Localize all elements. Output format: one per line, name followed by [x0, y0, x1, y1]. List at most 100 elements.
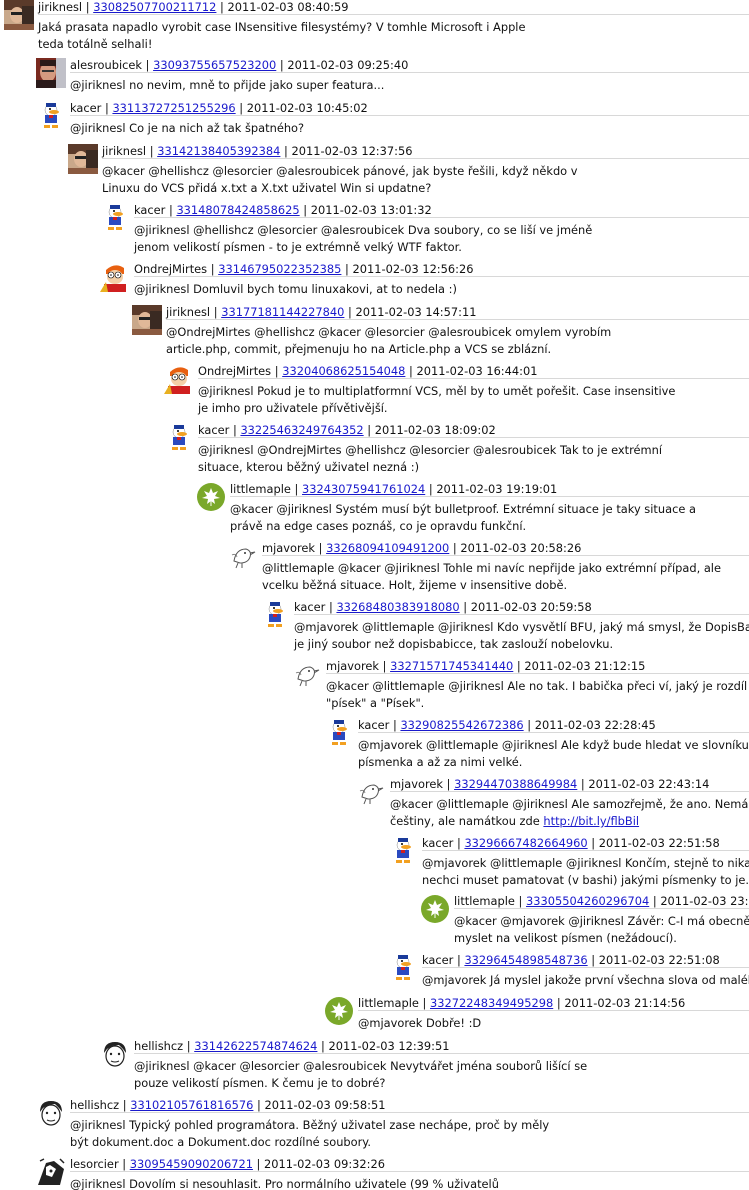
tweet-text-block: @jiriknesl Co je na nich až tak špatného… [70, 120, 560, 137]
tweet-username: kacer [422, 953, 454, 967]
tweet-text-block: @jiriknesl @OndrejMirtes @hellishcz @les… [198, 442, 688, 476]
tweet-id-link[interactable]: 33296667482664960 [464, 836, 587, 850]
tweet-id-link[interactable]: 33305504260296704 [526, 894, 649, 908]
tweet-item: littlemaple | 33243075941761024 | 2011-0… [196, 482, 749, 538]
tweet-timestamp: 2011-02-03 21:14:56 [564, 996, 686, 1010]
lesorcier-avatar [36, 1157, 66, 1187]
header-separator: | [82, 0, 94, 14]
header-separator: | [449, 541, 461, 555]
header-separator: | [252, 1157, 265, 1171]
tweet-id-link[interactable]: 33177181144227840 [221, 305, 344, 319]
tweet-item: mjavorek | 33268094109491200 | 2011-02-0… [228, 541, 749, 597]
tweet-header: kacer | 33296454898548736 | 2011-02-03 2… [422, 953, 720, 967]
tweet-divider [102, 158, 749, 159]
tweet-id-link[interactable]: 33102105761816576 [130, 1098, 253, 1112]
tweet-header: mjavorek | 33271571745341440 | 2011-02-0… [326, 659, 645, 673]
tweet-header: lesorcier | 33095459090206721 | 2011-02-… [70, 1157, 385, 1171]
tweet-username: kacer [70, 101, 102, 115]
tweet-id-link[interactable]: 33082507700211712 [93, 0, 216, 14]
tweet-divider [134, 1053, 749, 1054]
tweet-id-link[interactable]: 33225463249764352 [240, 423, 363, 437]
tweet-text-block: @mjavorek @littlemaple @jiriknesl Kdo vy… [294, 619, 749, 653]
tweet-id-link[interactable]: 33095459090206721 [130, 1157, 253, 1171]
header-separator: | [513, 659, 525, 673]
header-separator: | [587, 953, 599, 967]
tweet-id-link[interactable]: 33204068625154048 [282, 364, 405, 378]
tweet-header: littlemaple | 33243075941761024 | 2011-0… [230, 482, 557, 496]
tweet-text: @kacer @jiriknesl Systém musí být bullet… [230, 502, 696, 533]
tweet-id-link[interactable]: 33272248349495298 [430, 996, 553, 1010]
tweet-header: kacer | 33290825542672386 | 2011-02-03 2… [358, 718, 656, 732]
tweet-username: mjavorek [326, 659, 379, 673]
tweet-header: kacer | 33268480383918080 | 2011-02-03 2… [294, 600, 592, 614]
tweet-id-link[interactable]: 33142138405392384 [157, 144, 280, 158]
tweet-item: mjavorek | 33294470388649984 | 2011-02-0… [356, 777, 749, 833]
tweet-divider [454, 908, 749, 909]
tweet-text: @mjavorek @littlemaple @jiriknesl Končím… [422, 856, 749, 887]
tweet-text: @mjavorek Já myslel jakože první všechna… [422, 973, 749, 987]
tweet-divider [358, 1010, 749, 1011]
header-separator: | [587, 836, 599, 850]
tweet-username: littlemaple [230, 482, 291, 496]
tweet-item: littlemaple | 33305504260296704 | 2011-0… [420, 894, 749, 950]
tweet-link[interactable]: http://bit.ly/flbBil [543, 814, 639, 828]
tweet-id-link[interactable]: 33294470388649984 [454, 777, 577, 791]
header-separator: | [165, 203, 177, 217]
tweet-text: @jiriknesl @hellishcz @lesorcier @alesro… [134, 223, 593, 254]
tweet-text-block: @jiriknesl Dovolím si nesouhlasit. Pro n… [70, 1176, 560, 1190]
tweet-timestamp: 2011-02-03 09:58:51 [264, 1098, 386, 1112]
header-separator: | [253, 1098, 265, 1112]
tweet-divider [166, 319, 749, 320]
tweet-item: kacer | 33148078424858625 | 2011-02-03 1… [100, 203, 749, 259]
header-separator: | [118, 1157, 130, 1171]
tweet-id-link[interactable]: 33271571745341440 [390, 659, 513, 673]
tweet-divider [422, 850, 749, 851]
tweet-timestamp: 2011-02-03 23:27:05 [660, 894, 749, 908]
tweet-text: @jiriknesl no nevim, mně to přijde jako … [70, 78, 385, 92]
tweet-text: @jiriknesl Domluvil bych tomu linuxakovi… [134, 282, 457, 296]
tweet-id-link[interactable]: 33296454898548736 [464, 953, 587, 967]
header-separator: | [649, 894, 661, 908]
tweet-id-link[interactable]: 33146795022352385 [218, 262, 341, 276]
tweet-text-block: @littlemaple @kacer @jiriknesl Tohle mi … [262, 560, 749, 594]
jiriknesl-avatar [4, 0, 34, 30]
tweet-divider [358, 732, 749, 733]
tweet-text-block: @jiriknesl Pokud je to multiplatformní V… [198, 383, 688, 417]
header-separator: | [363, 423, 375, 437]
tweet-divider [198, 437, 749, 438]
tweet-id-link[interactable]: 33093755657523200 [153, 58, 276, 72]
tweet-timestamp: 2011-02-03 18:09:02 [374, 423, 496, 437]
tweet-id-link[interactable]: 33290825542672386 [400, 718, 523, 732]
tweet-divider [294, 614, 749, 615]
tweet-username: kacer [294, 600, 326, 614]
tweet-divider [262, 555, 749, 556]
tweet-id-link[interactable]: 33113727251255296 [112, 101, 235, 115]
tweet-item: hellishcz | 33142622574874624 | 2011-02-… [100, 1039, 749, 1095]
tweet-id-link[interactable]: 33268480383918080 [336, 600, 459, 614]
tweet-id-link[interactable]: 33142622574874624 [194, 1039, 317, 1053]
header-separator: | [101, 101, 113, 115]
tweet-username: hellishcz [70, 1098, 120, 1112]
tweet-text: Jaká prasata napadlo vyrobit case INsens… [38, 20, 526, 51]
maple-leaf-avatar [324, 996, 354, 1026]
tweet-id-link[interactable]: 33148078424858625 [176, 203, 299, 217]
tweet-timestamp: 2011-02-03 14:57:11 [355, 305, 477, 319]
header-separator: | [229, 423, 241, 437]
tweet-text-block: @kacer @hellishcz @lesorcier @alesroubic… [102, 163, 592, 197]
tweet-timestamp: 2011-02-03 09:25:40 [287, 58, 409, 72]
conversation-thread: jiriknesl | 33082507700211712 | 2011-02-… [0, 0, 749, 1190]
tweet-id-link[interactable]: 33268094109491200 [326, 541, 449, 555]
header-separator: | [325, 600, 337, 614]
tweet-divider [38, 14, 749, 15]
tweet-id-link[interactable]: 33243075941761024 [302, 482, 425, 496]
header-separator: | [523, 718, 535, 732]
tweet-header: OndrejMirtes | 33204068625154048 | 2011-… [198, 364, 537, 378]
tweet-username: kacer [422, 836, 454, 850]
tweet-header: littlemaple | 33305504260296704 | 2011-0… [454, 894, 749, 908]
tweet-text-block: @kacer @mjavorek @jiriknesl Závěr: C-I m… [454, 913, 749, 947]
tweet-timestamp: 2011-02-03 21:12:15 [524, 659, 646, 673]
tweet-username: littlemaple [454, 894, 515, 908]
tweet-text: @kacer @littlemaple @jiriknesl Ale no ta… [326, 679, 749, 710]
tweet-item: mjavorek | 33271571745341440 | 2011-02-0… [292, 659, 749, 715]
tweet-timestamp: 2011-02-03 19:19:01 [436, 482, 558, 496]
